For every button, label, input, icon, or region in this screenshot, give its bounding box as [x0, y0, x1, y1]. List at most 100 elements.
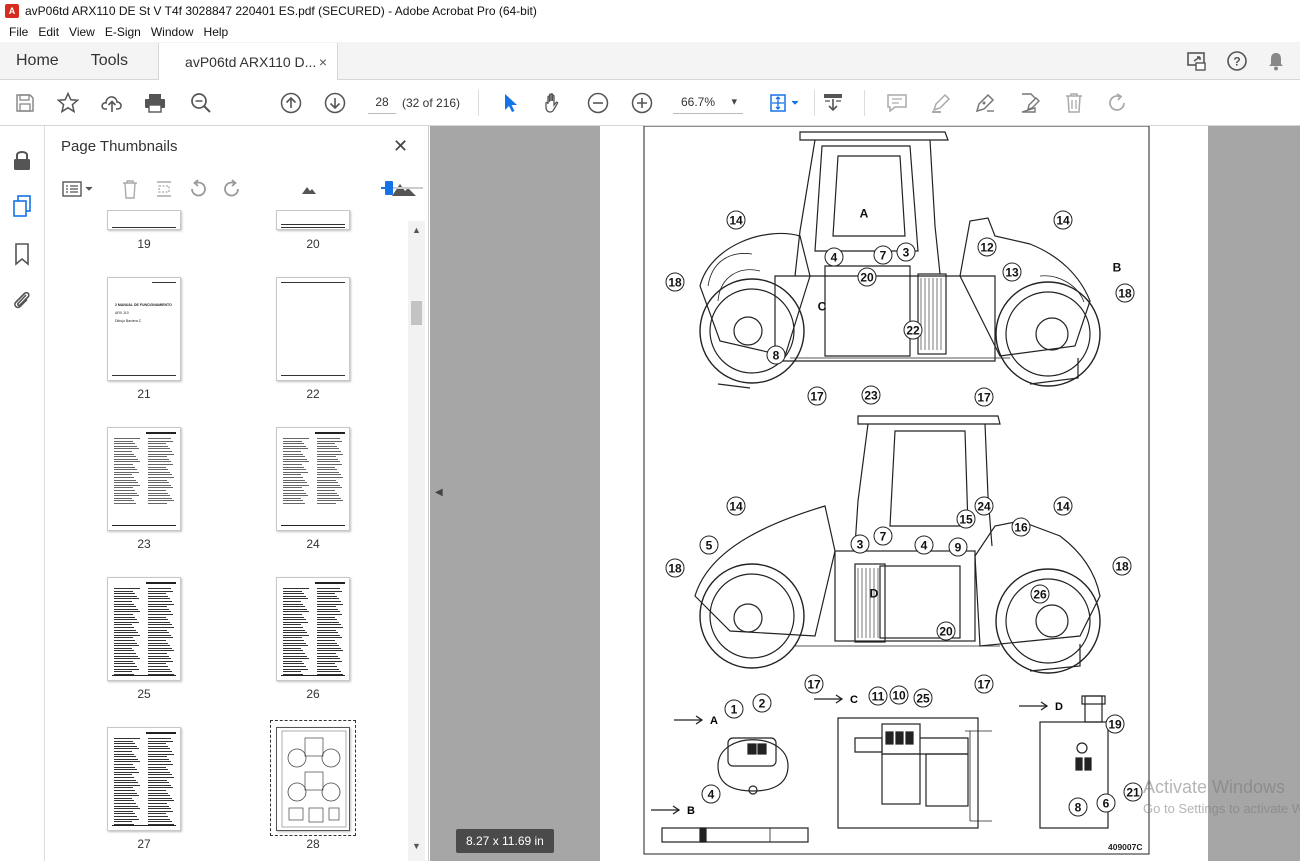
scrollbar-thumb[interactable]	[411, 301, 422, 325]
zoom-level-select[interactable]: 66.7% ▾	[673, 90, 743, 114]
thumbnail-text-line	[317, 658, 340, 660]
notifications-bell-icon[interactable]	[1266, 50, 1286, 72]
zoom-out-icon[interactable]	[586, 91, 610, 115]
thumbnail-page-19[interactable]	[107, 210, 181, 230]
thumbnail-page-25[interactable]	[107, 577, 181, 681]
svg-text:C: C	[818, 300, 827, 314]
redo-icon[interactable]	[1105, 91, 1129, 115]
thumbnail-text-line	[283, 637, 302, 639]
thumbnail-text-line	[317, 632, 338, 634]
print-icon[interactable]	[143, 91, 167, 115]
svg-text:20: 20	[860, 271, 874, 285]
extract-pages-icon[interactable]	[153, 178, 175, 200]
lock-icon[interactable]	[10, 148, 34, 172]
help-icon[interactable]: ?	[1226, 50, 1248, 72]
delete-page-icon[interactable]	[119, 178, 141, 200]
page-fit-menu-icon[interactable]	[766, 91, 802, 115]
thumbnail-text-line	[114, 461, 140, 463]
thumbnail-page-23[interactable]	[107, 427, 181, 531]
thumbnail-page-28[interactable]	[276, 727, 350, 831]
next-page-icon[interactable]	[323, 91, 347, 115]
thumbnail-text-line	[283, 663, 304, 665]
share-screen-icon[interactable]	[1186, 50, 1208, 72]
scroll-up-arrow-icon[interactable]: ▲	[412, 225, 421, 235]
delete-trash-icon[interactable]	[1062, 91, 1086, 115]
scroll-down-arrow-icon[interactable]: ▼	[412, 841, 421, 851]
thumbnail-page-22[interactable]	[276, 277, 350, 381]
select-cursor-icon[interactable]	[498, 91, 522, 115]
thumbnail-page-24[interactable]	[276, 427, 350, 531]
thumbnail-text-line	[283, 632, 307, 634]
zoom-in-icon[interactable]	[630, 91, 654, 115]
upload-cloud-icon[interactable]	[100, 91, 124, 115]
thumbnail-text-line	[283, 588, 309, 589]
thumbnail-text-line	[283, 438, 309, 439]
thumbnail-text-line	[317, 606, 336, 608]
page-number-input[interactable]	[368, 90, 396, 114]
tab-home[interactable]: Home	[0, 42, 75, 79]
thumbnail-text-line	[114, 608, 138, 610]
tab-document[interactable]: avP06td ARX110 D... ×	[158, 43, 339, 80]
callout-top-17: 17	[807, 386, 827, 406]
thumbnail-text-line	[283, 492, 306, 494]
thumbnail-text-line	[148, 795, 170, 797]
hand-pan-icon[interactable]	[541, 91, 565, 115]
thumbnail-options-menu-icon[interactable]	[59, 178, 95, 200]
menu-view[interactable]: View	[64, 25, 100, 39]
thumbnail-text-line	[148, 451, 172, 452]
tab-tools[interactable]: Tools	[75, 42, 144, 79]
close-tab-icon[interactable]: ×	[319, 54, 327, 70]
collapse-panel-arrow-icon[interactable]: ◀	[435, 487, 443, 498]
edit-pdf-icon[interactable]	[1017, 91, 1041, 115]
thumbnail-page-21[interactable]: 2 MANUAL DE FUNCIONAMIENTO ARX 110 Dibuj…	[107, 277, 181, 381]
thumbnail-text-line	[283, 495, 308, 497]
rotate-clockwise-icon[interactable]	[221, 178, 243, 200]
thumbnail-text-line	[148, 487, 173, 489]
thumbnail-text-line	[317, 445, 337, 447]
attachments-paperclip-icon[interactable]	[10, 288, 34, 312]
callout-mid-24: 24	[974, 496, 994, 516]
thumbnail-text-line	[283, 634, 309, 636]
bookmarks-icon[interactable]	[10, 242, 34, 266]
thumbnail-text-line	[114, 795, 139, 797]
menu-edit[interactable]: Edit	[33, 25, 64, 39]
bookmark-star-icon[interactable]	[56, 91, 80, 115]
thumbnail-text-line	[114, 453, 134, 455]
menu-esign[interactable]: E-Sign	[100, 25, 146, 39]
sign-pen-icon[interactable]	[973, 91, 997, 115]
thumbnail-page-20[interactable]	[276, 210, 350, 230]
svg-text:26: 26	[1033, 588, 1047, 602]
callout-bot-8: 8	[1068, 797, 1088, 817]
previous-page-icon[interactable]	[279, 91, 303, 115]
svg-text:16: 16	[1014, 521, 1028, 535]
save-icon[interactable]	[13, 91, 37, 115]
menu-file[interactable]: File	[4, 25, 33, 39]
svg-text:21: 21	[1126, 786, 1140, 800]
thumbnail-text-line	[114, 495, 139, 497]
close-panel-icon[interactable]: ✕	[393, 136, 408, 157]
callout-top-13: 13	[1002, 262, 1022, 282]
menu-window[interactable]: Window	[146, 25, 199, 39]
thumbnail-page-26[interactable]	[276, 577, 350, 681]
thumbnail-text-line	[283, 482, 307, 484]
comment-icon[interactable]	[885, 91, 909, 115]
callout-bot-10: 10	[889, 685, 909, 705]
thumbnail-size-slider[interactable]	[385, 181, 394, 195]
thumbnails-scrollbar[interactable]: ▲ ▼	[408, 221, 425, 861]
thumbnail-text-line	[114, 451, 132, 452]
scroll-mode-icon[interactable]	[821, 91, 845, 115]
thumbnail-text-line	[114, 764, 133, 765]
thumbnail-page-27[interactable]	[107, 727, 181, 831]
highlight-pen-icon[interactable]	[929, 91, 953, 115]
svg-text:17: 17	[807, 678, 821, 692]
rotate-counterclockwise-icon[interactable]	[187, 178, 209, 200]
thumbnail-text-line	[148, 464, 173, 465]
toolbar-divider	[478, 90, 479, 116]
thumbnail-text-line	[114, 469, 137, 471]
menu-help[interactable]: Help	[199, 25, 234, 39]
small-mountain-icon[interactable]	[298, 178, 320, 200]
page-thumbnails-icon[interactable]	[10, 194, 34, 218]
thumbnail-text-line	[283, 464, 302, 465]
zoom-search-icon[interactable]	[189, 91, 213, 115]
large-mountain-icon[interactable]	[391, 178, 417, 200]
